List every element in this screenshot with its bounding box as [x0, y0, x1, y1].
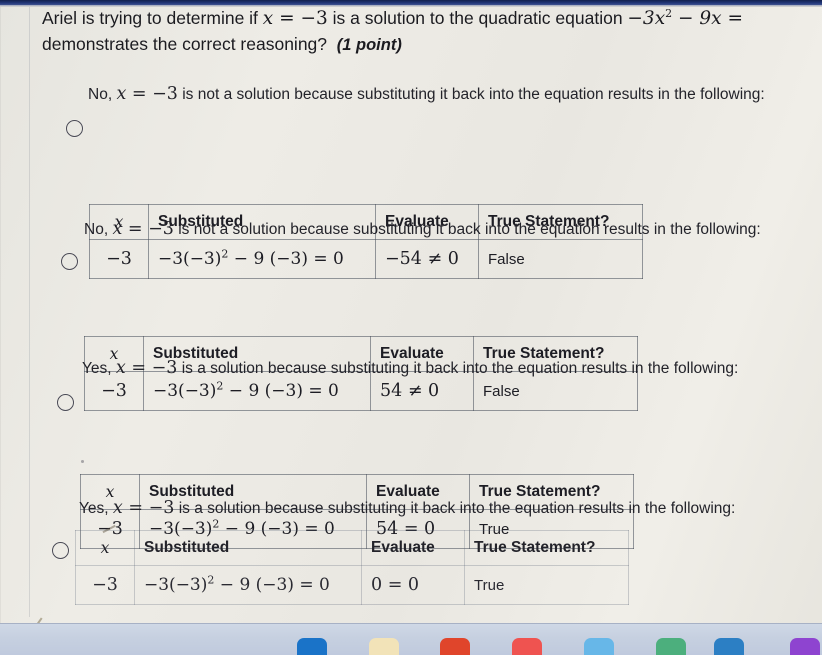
option-1-radio[interactable] [66, 120, 83, 137]
option-4-equals: = [122, 498, 149, 518]
question-text-mid: is a solution to the quadratic equation [327, 8, 628, 28]
option-4-table: x Substituted Evaluate True Statement? −… [75, 530, 629, 605]
option-2-suffix: is not a solution because substituting i… [173, 221, 761, 238]
option-3-value: −3 [151, 358, 178, 378]
option-2-var: x [112, 219, 123, 239]
option-3-var: x [115, 358, 126, 378]
question-line-2: demonstrates the correct reasoning? (1 p… [42, 32, 822, 58]
option-2-radio[interactable] [61, 253, 78, 270]
option-4-radio[interactable] [52, 542, 69, 559]
header-x: x [75, 530, 135, 566]
cell-true-statement: True [464, 565, 629, 605]
option-3-radio[interactable] [57, 394, 74, 411]
cell-evaluate: 0 = 0 [361, 565, 465, 605]
question-points: (1 point) [336, 36, 402, 54]
option-2-value: −3 [148, 219, 174, 239]
cell-true-statement: False [478, 239, 643, 279]
option-1-description: No, x = −3 is not a solution because sub… [88, 84, 765, 105]
option-2-equals: = [122, 219, 149, 239]
table-data-row: −3 −3(−3)2 − 9 (−3) = 0 −54 ≠ 0 False [89, 239, 643, 279]
header-substituted: Substituted [134, 530, 362, 566]
question-line2-text: demonstrates the correct reasoning? [42, 34, 328, 54]
header-evaluate: Evaluate [361, 530, 465, 566]
option-4-var: x [112, 498, 123, 518]
taskbar-mail-icon[interactable] [369, 638, 399, 655]
cell-x: −3 [89, 239, 149, 279]
option-1-var: x [116, 84, 127, 104]
taskbar-calendar-icon[interactable] [584, 638, 614, 655]
option-3-description: Yes, x = −3 is a solution because substi… [82, 358, 738, 379]
option-4-description: Yes, x = −3 is a solution because substi… [79, 498, 735, 519]
option-2-prefix: No, [84, 221, 113, 238]
taskbar-drive-icon[interactable] [714, 638, 744, 655]
os-taskbar[interactable] [0, 623, 822, 655]
cell-evaluate: −54 ≠ 0 [375, 239, 479, 279]
question-var-x: x [262, 8, 274, 29]
question-equals: = [273, 8, 301, 29]
question-equation-part1: −3x [627, 8, 666, 29]
table-header-row: x Substituted Evaluate True Statement? [75, 530, 629, 566]
option-1-table: x Substituted Evaluate True Statement? −… [89, 204, 643, 279]
question-text-pre: Ariel is trying to determine if [42, 8, 263, 28]
taskbar-music-icon[interactable] [512, 638, 542, 655]
taskbar-photos-icon[interactable] [790, 638, 820, 655]
option-4-value: −3 [148, 498, 175, 518]
question-stem: Ariel is trying to determine if x = −3 i… [42, 6, 822, 58]
taskbar-browser-icon[interactable] [297, 638, 327, 655]
option-4-prefix: Yes, [79, 500, 113, 517]
table-data-row: −3 −3(−3)2 − 9 (−3) = 0 0 = 0 True [75, 565, 629, 605]
option-3-equals: = [125, 358, 152, 378]
cell-substituted: −3(−3)2 − 9 (−3) = 0 [148, 239, 376, 279]
page-left-rule [29, 7, 30, 617]
option-4-suffix: is a solution because substituting it ba… [174, 500, 736, 517]
question-value: −3 [300, 8, 328, 29]
header-true-statement: True Statement? [464, 530, 629, 566]
taskbar-chrome-icon[interactable] [440, 638, 470, 655]
question-line-1: Ariel is trying to determine if x = −3 i… [42, 6, 822, 31]
taskbar-notes-icon[interactable] [656, 638, 686, 655]
quiz-screen-photo: Ariel is trying to determine if x = −3 i… [0, 0, 822, 655]
option-1-prefix: No, [88, 86, 117, 103]
cell-substituted: −3(−3)2 − 9 (−3) = 0 [134, 565, 362, 605]
option-2-description: No, x = −3 is not a solution because sub… [84, 219, 761, 240]
option-3-prefix: Yes, [82, 360, 116, 377]
cell-x: −3 [75, 565, 135, 605]
option-1-equals: = [126, 84, 153, 104]
option-1-value: −3 [152, 84, 178, 104]
question-equation-part2: − 9x = [672, 8, 743, 29]
option-3-suffix: is a solution because substituting it ba… [177, 360, 739, 377]
stray-dot-mark [81, 460, 84, 463]
option-1-suffix: is not a solution because substituting i… [177, 86, 765, 103]
